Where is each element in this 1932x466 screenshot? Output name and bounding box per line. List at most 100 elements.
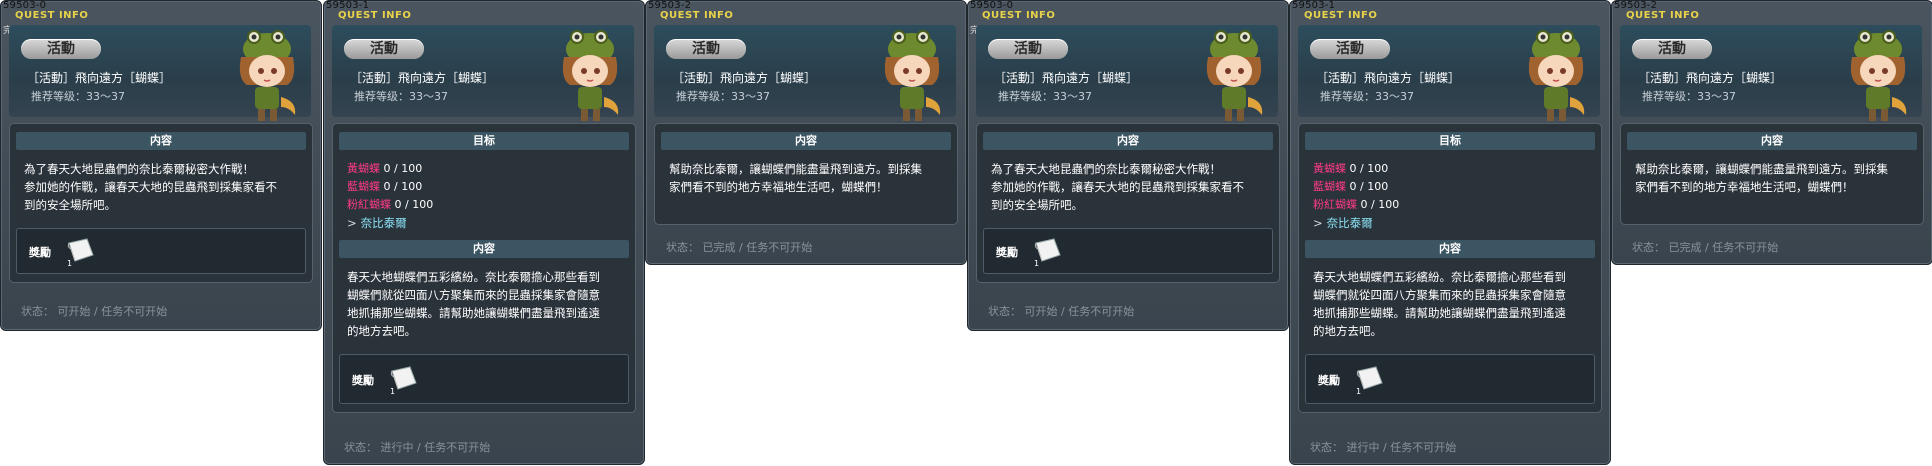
- content-line: 的地方去吧。: [347, 324, 416, 338]
- reward-count: 1: [67, 259, 72, 267]
- target-row: 藍蝴蝶 0 / 100: [1313, 178, 1601, 196]
- quest-header: 活動 ［活動］飛向遠方［蝴蝶］ 推荐等级：33～37: [654, 25, 956, 121]
- content-line: 到的安全場所吧。: [991, 198, 1083, 212]
- chevron-right-icon: >: [1313, 216, 1323, 230]
- npc-girl-frog-hat-icon: [239, 30, 296, 121]
- quest-header: 活動 ［活動］飛向遠方［蝴蝶］ 推荐等级：33～37: [1620, 25, 1922, 121]
- quest-level: 推荐等级：33～37: [1320, 90, 1414, 103]
- quest-info-title: QUEST INFO: [15, 10, 89, 21]
- scroll-reward-icon[interactable]: 1: [65, 237, 97, 267]
- reward-count: 1: [1356, 387, 1361, 395]
- event-badge: 活動: [666, 39, 746, 59]
- content-text: 幫助奈比泰爾，讓蝴蝶們能盡量飛到遠方。到採集 家們看不到的地方幸福地生活吧，蝴蝶…: [669, 160, 945, 196]
- target-name: 粉紅蝴蝶: [347, 198, 391, 211]
- event-badge: 活動: [21, 39, 101, 59]
- target-name: 黃蝴蝶: [347, 162, 380, 175]
- reward-box: 獎勵 1: [16, 228, 306, 274]
- target-progress: 0 / 100: [1349, 162, 1389, 175]
- quest-body: 目标 黃蝴蝶 0 / 100 藍蝴蝶 0 / 100 粉紅蝴蝶 0 / 100 …: [1298, 123, 1602, 413]
- target-row: 黃蝴蝶 0 / 100: [347, 160, 635, 178]
- content-section-title: 内容: [1305, 240, 1595, 258]
- reward-label: 獎勵: [996, 246, 1018, 259]
- content-section-title: 内容: [1627, 132, 1917, 150]
- target-row: 粉紅蝴蝶 0 / 100: [1313, 196, 1601, 214]
- npc-link[interactable]: > 奈比泰爾: [1313, 214, 1601, 232]
- quest-info-title: QUEST INFO: [338, 10, 412, 21]
- scroll-reward-icon[interactable]: 1: [1354, 365, 1386, 395]
- event-badge: 活動: [988, 39, 1068, 59]
- npc-name: 奈比泰爾: [1326, 216, 1373, 230]
- quest-name: ［活動］飛向遠方［蝴蝶］: [350, 71, 495, 85]
- target-section-title: 目标: [339, 132, 629, 150]
- quest-level: 推荐等级：33～37: [31, 90, 125, 103]
- content-text: 為了春天大地昆蟲們的奈比泰爾秘密大作戰！ 参加她的作戰，讓春天大地的昆蟲飛到採集…: [24, 160, 300, 214]
- quest-panel: 59503-2 QUEST INFO 活動 ［活動］飛向遠方［蝴蝶］ 推荐等级：…: [1611, 0, 1932, 265]
- npc-girl-frog-hat-icon: [562, 30, 619, 121]
- quest-body: 内容 幫助奈比泰爾，讓蝴蝶們能盡量飛到遠方。到採集 家們看不到的地方幸福地生活吧…: [1620, 123, 1924, 225]
- reward-count: 1: [1034, 259, 1039, 267]
- reward-label: 獎勵: [1318, 374, 1340, 387]
- content-line: 地抓捕那些蝴蝶。請幫助她讓蝴蝶們盡量飛到遙遠: [347, 306, 600, 320]
- content-line: 為了春天大地昆蟲們的奈比泰爾秘密大作戰！: [991, 162, 1221, 176]
- target-progress: 0 / 100: [394, 198, 434, 211]
- content-line: 幫助奈比泰爾，讓蝴蝶們能盡量飛到遠方。到採集: [1635, 162, 1888, 176]
- content-line: 家們看不到的地方幸福地生活吧，蝴蝶們！: [669, 180, 888, 194]
- quest-level: 推荐等级：33～37: [354, 90, 448, 103]
- target-progress: 0 / 100: [1360, 198, 1400, 211]
- quest-name: ［活動］飛向遠方［蝴蝶］: [672, 71, 817, 85]
- content-line: 家們看不到的地方幸福地生活吧，蝴蝶們！: [1635, 180, 1854, 194]
- quest-info-title: QUEST INFO: [660, 10, 734, 21]
- quest-name: ［活動］飛向遠方［蝴蝶］: [1316, 71, 1461, 85]
- target-row: 粉紅蝴蝶 0 / 100: [347, 196, 635, 214]
- target-row: 藍蝴蝶 0 / 100: [347, 178, 635, 196]
- quest-status: 状态： 进行中 / 任务不可开始: [344, 441, 491, 454]
- target-name: 粉紅蝴蝶: [1313, 198, 1357, 211]
- quest-header: 活動 ［活動］飛向遠方［蝴蝶］ 推荐等级：33～37: [1298, 25, 1600, 121]
- quest-status: 状态： 已完成 / 任务不可开始: [666, 241, 813, 254]
- content-section-title: 内容: [339, 240, 629, 258]
- quest-level: 推荐等级：33～37: [1642, 90, 1736, 103]
- content-line: 参加她的作戰，讓春天大地的昆蟲飛到採集家看不: [24, 180, 277, 194]
- quest-status: 状态： 可开始 / 任务不可开始: [988, 305, 1135, 318]
- quest-header: 活動 ［活動］飛向遠方［蝴蝶］ 推荐等级：33～37: [332, 25, 634, 121]
- target-name: 藍蝴蝶: [1313, 180, 1346, 193]
- target-progress: 0 / 100: [383, 162, 423, 175]
- chevron-right-icon: >: [347, 216, 357, 230]
- reward-box: 獎勵 1: [983, 228, 1273, 274]
- content-line: 為了春天大地昆蟲們的奈比泰爾秘密大作戰！: [24, 162, 254, 176]
- reward-box: 獎勵 1: [1305, 354, 1595, 404]
- target-progress: 0 / 100: [383, 180, 423, 193]
- quest-info-title: QUEST INFO: [982, 10, 1056, 21]
- npc-girl-frog-hat-icon: [884, 30, 941, 121]
- quest-panel: 59503-1 QUEST INFO 活動 ［活動］飛向遠方［蝴蝶］ 推荐等级：…: [323, 0, 645, 465]
- target-name: 藍蝴蝶: [347, 180, 380, 193]
- scroll-reward-icon[interactable]: 1: [388, 365, 420, 395]
- quest-body: 目标 黃蝴蝶 0 / 100 藍蝴蝶 0 / 100 粉紅蝴蝶 0 / 100 …: [332, 123, 636, 413]
- content-line: 的地方去吧。: [1313, 324, 1382, 338]
- content-text: 幫助奈比泰爾，讓蝴蝶們能盡量飛到遠方。到採集 家們看不到的地方幸福地生活吧，蝴蝶…: [1635, 160, 1911, 196]
- content-text: 春天大地蝴蝶們五彩繽紛。奈比泰爾擔心那些看到 蝴蝶們就從四面八方聚集而來的昆蟲採…: [347, 268, 623, 340]
- target-progress: 0 / 100: [1349, 180, 1389, 193]
- scroll-reward-icon[interactable]: 1: [1032, 237, 1064, 267]
- quest-header: 活動 ［活動］飛向遠方［蝴蝶］ 推荐等级：33～37: [976, 25, 1278, 121]
- npc-link[interactable]: > 奈比泰爾: [347, 214, 635, 232]
- content-section-title: 内容: [16, 132, 306, 150]
- quest-body: 内容 為了春天大地昆蟲們的奈比泰爾秘密大作戰！ 参加她的作戰，讓春天大地的昆蟲飛…: [976, 123, 1280, 283]
- quest-panel: 59503-1 QUEST INFO 活動 ［活動］飛向遠方［蝴蝶］ 推荐等级：…: [1289, 0, 1611, 465]
- quest-body: 内容 為了春天大地昆蟲們的奈比泰爾秘密大作戰！ 参加她的作戰，讓春天大地的昆蟲飛…: [9, 123, 313, 283]
- content-section-title: 内容: [983, 132, 1273, 150]
- content-text: 春天大地蝴蝶們五彩繽紛。奈比泰爾擔心那些看到 蝴蝶們就從四面八方聚集而來的昆蟲採…: [1313, 268, 1589, 340]
- npc-girl-frog-hat-icon: [1206, 30, 1263, 121]
- quest-header: 活動 ［活動］飛向遠方［蝴蝶］ 推荐等级：33～37: [9, 25, 311, 121]
- quest-panel: 59503-0 QUEST INFO 完了前 活動 ［活動］飛向遠方［蝴蝶］ 推…: [0, 0, 322, 331]
- target-name: 黃蝴蝶: [1313, 162, 1346, 175]
- npc-girl-frog-hat-icon: [1850, 30, 1907, 121]
- quest-status: 状态： 可开始 / 任务不可开始: [21, 305, 168, 318]
- quest-name: ［活動］飛向遠方［蝴蝶］: [994, 71, 1139, 85]
- event-badge: 活動: [1632, 39, 1712, 59]
- content-line: 蝴蝶們就從四面八方聚集而來的昆蟲採集家會隨意: [347, 288, 600, 302]
- quest-name: ［活動］飛向遠方［蝴蝶］: [27, 71, 172, 85]
- content-text: 為了春天大地昆蟲們的奈比泰爾秘密大作戰！ 参加她的作戰，讓春天大地的昆蟲飛到採集…: [991, 160, 1267, 214]
- reward-box: 獎勵 1: [339, 354, 629, 404]
- content-line: 春天大地蝴蝶們五彩繽紛。奈比泰爾擔心那些看到: [347, 270, 600, 284]
